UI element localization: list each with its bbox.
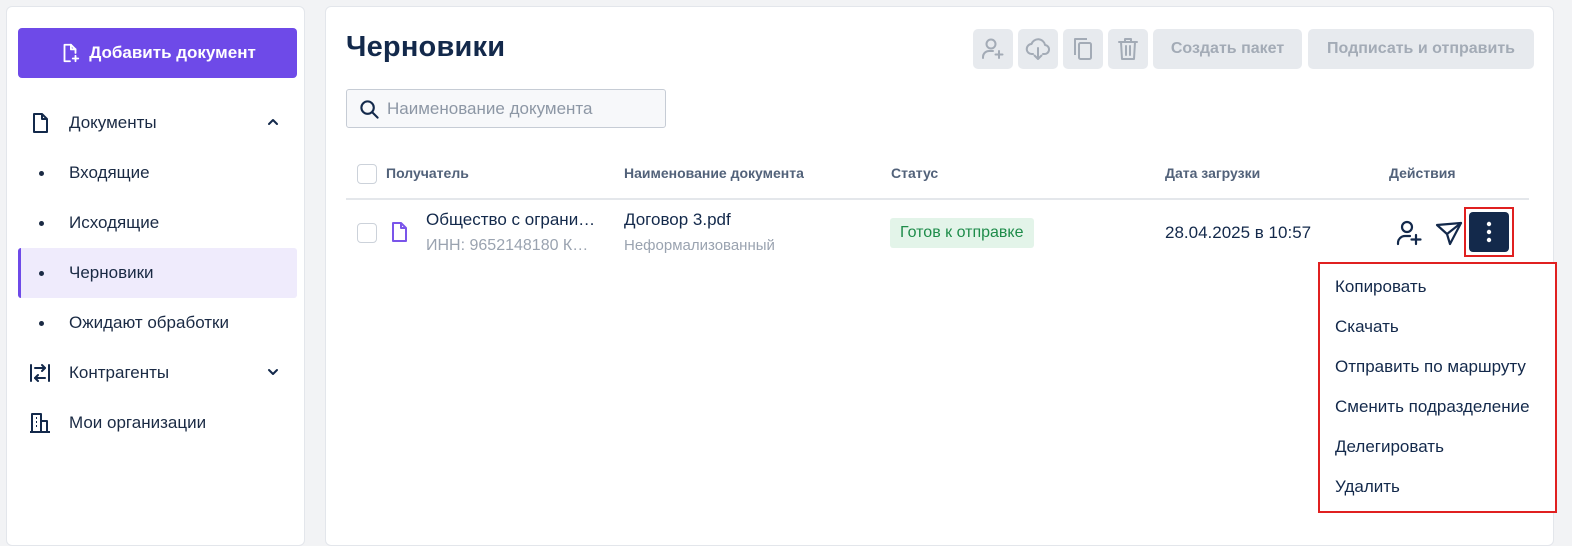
copy-icon [1074, 38, 1092, 60]
user-plus-icon [982, 38, 1004, 59]
bullet [39, 221, 44, 226]
column-header-status[interactable]: Статус [891, 165, 938, 181]
bullet [39, 321, 44, 326]
send-icon [1435, 221, 1463, 246]
delete-button[interactable] [1108, 29, 1148, 69]
chevron-down-icon [268, 369, 278, 375]
sidebar-item-incoming[interactable]: Входящие [18, 148, 297, 198]
add-recipient-row-button[interactable] [1394, 218, 1424, 248]
building-icon [28, 411, 52, 435]
search-input[interactable] [387, 90, 657, 127]
select-all-checkbox[interactable] [357, 164, 377, 184]
sign-and-send-button[interactable]: Подписать и отправить [1308, 29, 1534, 69]
sidebar-item-label: Входящие [69, 163, 150, 182]
menu-item-download[interactable]: Скачать [1335, 307, 1550, 347]
menu-item-delegate[interactable]: Делегировать [1335, 427, 1550, 467]
counterparties-icon [28, 361, 52, 385]
create-package-button[interactable]: Создать пакет [1153, 29, 1302, 69]
trash-icon [1118, 38, 1138, 60]
more-vertical-icon [1486, 221, 1492, 243]
menu-item-copy[interactable]: Копировать [1335, 267, 1550, 307]
menu-item-change-department[interactable]: Сменить подразделение [1335, 387, 1550, 427]
add-file-icon [63, 43, 80, 63]
status-badge: Готов к отправке [890, 218, 1034, 248]
column-header-document-name[interactable]: Наименование документа [624, 165, 804, 181]
copy-button[interactable] [1063, 29, 1103, 69]
sidebar-item-pending[interactable]: Ожидают обработки [18, 298, 297, 348]
menu-item-delete[interactable]: Удалить [1335, 467, 1550, 507]
search-icon [360, 100, 379, 119]
sidebar-item-outgoing[interactable]: Исходящие [18, 198, 297, 248]
recipient-inn: ИНН: 9652148180 К… [426, 237, 589, 254]
sidebar-item-label: Мои организации [69, 413, 207, 432]
recipient-name: Общество с ограни… [426, 210, 596, 229]
sidebar-item-label: Контрагенты [69, 363, 170, 382]
chevron-up-icon [268, 119, 278, 125]
file-icon [392, 222, 407, 242]
column-header-upload-date[interactable]: Дата загрузки [1165, 165, 1260, 181]
send-row-button[interactable] [1434, 218, 1464, 248]
sidebar: Добавить документ Документы Входящие Исх… [6, 6, 305, 546]
sidebar-item-label: Документы [69, 113, 157, 132]
bullet [39, 171, 44, 176]
user-plus-icon [1396, 220, 1422, 246]
column-header-recipient[interactable]: Получатель [386, 165, 469, 181]
row-checkbox[interactable] [357, 223, 377, 243]
sidebar-item-label: Исходящие [69, 213, 160, 232]
download-button[interactable] [1018, 29, 1058, 69]
column-header-actions: Действия [1389, 165, 1456, 181]
document-icon [28, 111, 52, 135]
menu-item-send-by-route[interactable]: Отправить по маршруту [1335, 347, 1550, 387]
sidebar-item-drafts[interactable]: Черновики [18, 248, 297, 298]
add-document-button[interactable]: Добавить документ [18, 28, 297, 78]
more-actions-button[interactable] [1469, 212, 1509, 252]
sidebar-item-label: Черновики [69, 263, 154, 282]
search-box [346, 89, 666, 128]
document-type: Неформализованный [624, 237, 775, 254]
sidebar-item-counterparties[interactable]: Контрагенты [18, 348, 297, 398]
header-divider [346, 198, 1529, 200]
sidebar-item-documents[interactable]: Документы [18, 98, 297, 148]
page-title: Черновики [346, 31, 506, 63]
sidebar-item-label: Ожидают обработки [69, 313, 229, 332]
cloud-download-icon [1025, 38, 1051, 60]
sidebar-item-my-organizations[interactable]: Мои организации [18, 398, 297, 448]
actions-menu: Копировать Скачать Отправить по маршруту… [1318, 262, 1557, 513]
add-document-label: Добавить документ [89, 43, 256, 62]
add-recipient-button[interactable] [973, 29, 1013, 69]
document-name[interactable]: Договор 3.pdf [624, 210, 731, 230]
bullet [39, 271, 44, 276]
upload-date: 28.04.2025 в 10:57 [1165, 223, 1312, 242]
